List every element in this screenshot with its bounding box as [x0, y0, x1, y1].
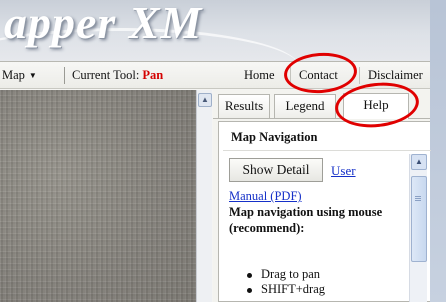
user-manual-link[interactable]: User [331, 163, 356, 179]
current-tool-value: Pan [142, 68, 164, 82]
show-detail-button[interactable]: Show Detail [229, 158, 323, 182]
tab-help[interactable]: Help [343, 93, 409, 119]
divider [223, 150, 431, 151]
tab-legend[interactable]: Legend [274, 94, 336, 118]
map-canvas[interactable] [0, 90, 196, 302]
help-heading: Map Navigation [231, 130, 318, 144]
scroll-up-icon[interactable]: ▲ [198, 93, 212, 107]
scroll-up-icon[interactable]: ▲ [411, 154, 427, 170]
toolbar-separator [64, 67, 65, 84]
map-scrollbar[interactable]: ▲ [196, 90, 212, 302]
nav-home-link[interactable]: Home [244, 68, 275, 83]
nav-separator [359, 67, 360, 84]
manual-pdf-link[interactable]: Manual (PDF) [229, 189, 302, 204]
help-intro-text: Map navigation using mouse (recommend): [229, 205, 383, 235]
side-panel: Results Legend Help Map Navigation Show … [213, 90, 431, 302]
toolbar: Map ▼ Current Tool: Pan Home Contact Disc… [0, 61, 430, 89]
current-tool-indicator: Current Tool: Pan [72, 68, 163, 83]
help-scrollbar[interactable]: ▲ [409, 154, 427, 302]
chevron-down-icon: ▼ [28, 71, 37, 80]
list-item: SHIFT+drag [245, 282, 325, 297]
map-menu[interactable]: Map ▼ [2, 68, 37, 83]
window-edge [430, 0, 446, 302]
help-panel: Map Navigation Show Detail User Manual (… [218, 121, 431, 302]
help-list: Drag to pan SHIFT+drag [245, 267, 325, 297]
nav-disclaimer-link[interactable]: Disclaimer [368, 68, 423, 83]
map-menu-label: Map [2, 68, 25, 82]
current-tool-label: Current Tool: [72, 68, 140, 82]
tab-results[interactable]: Results [218, 94, 270, 118]
nav-contact-link[interactable]: Contact [299, 68, 338, 83]
panel-tabs: Results Legend Help [213, 90, 430, 120]
help-content: Show Detail User Manual (PDF) Map naviga… [223, 154, 408, 302]
list-item: Drag to pan [245, 267, 325, 282]
app-title: apper XM [4, 0, 203, 48]
scroll-thumb[interactable] [411, 176, 427, 262]
nav-separator [290, 67, 291, 84]
app-banner: apper XM [0, 0, 430, 61]
grip-icon [415, 196, 421, 197]
